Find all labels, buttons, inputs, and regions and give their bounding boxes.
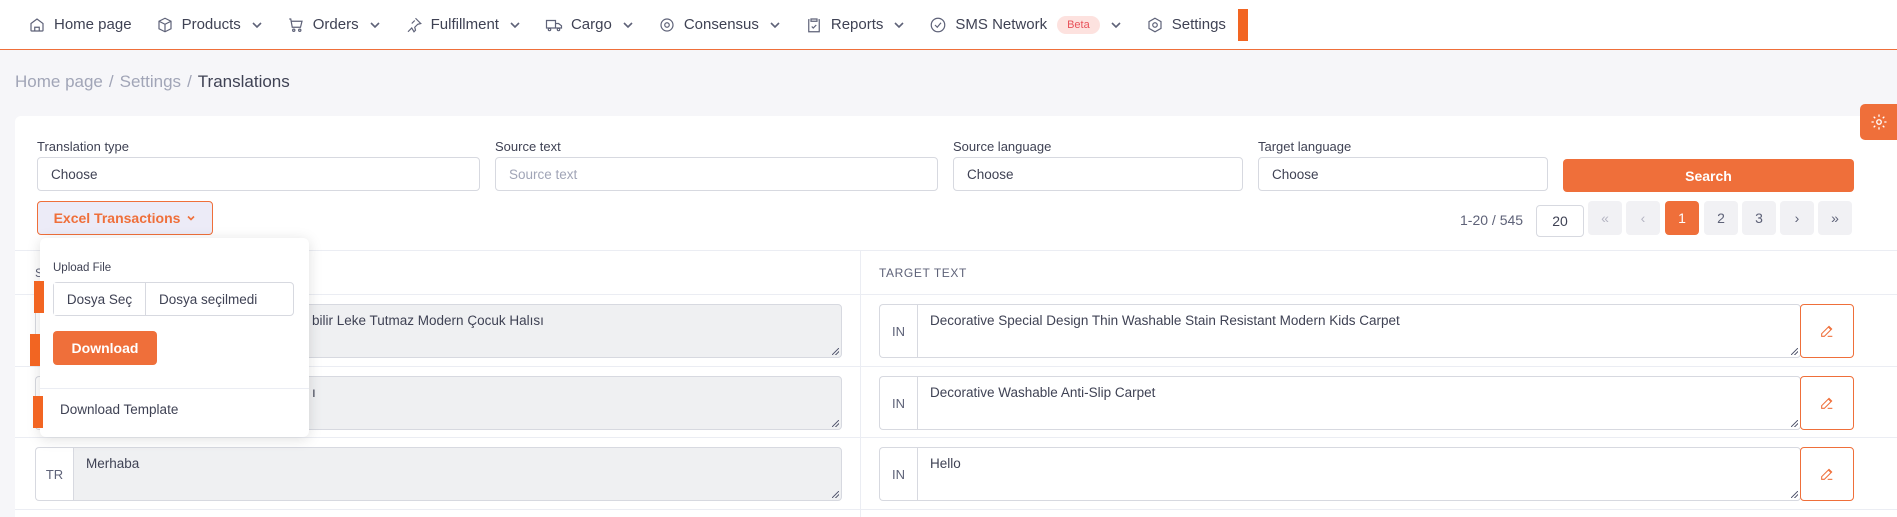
excel-transactions-dropdown: Upload File Dosya Seç Dosya seçilmedi Do…: [40, 238, 309, 437]
chevron-down-icon: [510, 21, 520, 28]
upload-file-label: Upload File: [53, 262, 112, 274]
check-circle-icon: [931, 17, 946, 32]
next-page-button[interactable]: ›: [1780, 201, 1814, 235]
highlight-marker: [1237, 8, 1248, 41]
nav-fulfillment-label: Fulfillment: [430, 16, 499, 33]
breadcrumb-separator: /: [108, 72, 114, 91]
row-divider: [15, 437, 1897, 438]
source-language-select[interactable]: Choose: [953, 157, 1243, 191]
page-size-select[interactable]: 20: [1536, 205, 1584, 237]
hexagon-icon: [1148, 17, 1162, 32]
chevron-down-icon: [623, 21, 633, 28]
first-page-button[interactable]: «: [1588, 201, 1622, 235]
gear-icon: [1871, 114, 1886, 130]
chevron-down-icon: [1111, 21, 1121, 28]
target-language-code: IN: [879, 447, 917, 501]
column-divider: [860, 250, 861, 517]
target-text-area[interactable]: Hello: [917, 447, 1801, 501]
chevron-down-icon: [770, 21, 780, 28]
target-text-header: TARGET TEXT: [879, 266, 967, 280]
highlight-marker: [34, 281, 44, 313]
last-page-button[interactable]: »: [1818, 201, 1852, 235]
pagination-info: 1-20 / 545: [1460, 212, 1524, 228]
breadcrumb-current: Translations: [197, 72, 290, 91]
edit-icon: [1821, 325, 1833, 337]
edit-icon: [1821, 468, 1833, 480]
edit-button[interactable]: [1800, 376, 1854, 430]
target-language-select[interactable]: Choose: [1258, 157, 1548, 191]
beta-badge: Beta: [1057, 15, 1100, 34]
page-2-button[interactable]: 2: [1704, 201, 1738, 235]
source-text-label: Source text: [495, 139, 561, 154]
source-language-label: Source language: [953, 139, 1052, 154]
truck-icon: [545, 19, 563, 31]
chevron-down-icon: [894, 21, 904, 28]
home-icon: [30, 17, 44, 32]
chevron-down-icon: [187, 215, 195, 221]
row-divider: [15, 509, 1897, 510]
nav-cargo[interactable]: Cargo: [545, 0, 634, 50]
target-text-area[interactable]: Decorative Special Design Thin Washable …: [917, 304, 1801, 358]
excel-transactions-label: Excel Transactions: [53, 210, 181, 226]
top-navigation: Home page Products Orders Fulfillment Ca…: [0, 0, 1897, 50]
nav-orders[interactable]: Orders: [287, 0, 381, 50]
file-name-display: Dosya seçilmedi: [159, 291, 258, 307]
target-language-label: Target language: [1258, 139, 1352, 154]
page-3-button[interactable]: 3: [1742, 201, 1776, 235]
highlight-marker: [30, 334, 40, 366]
page-1-button[interactable]: 1: [1665, 201, 1699, 235]
source-language-code: TR: [35, 447, 73, 501]
nav-settings-label: Settings: [1171, 16, 1226, 33]
nav-cargo-label: Cargo: [570, 16, 612, 33]
source-text-input[interactable]: Source text: [495, 157, 938, 191]
highlight-marker: [33, 396, 43, 428]
dropdown-divider: [40, 388, 309, 389]
translation-type-select[interactable]: Choose: [37, 157, 480, 191]
nav-reports[interactable]: Reports: [805, 0, 906, 50]
nav-reports-label: Reports: [830, 16, 884, 33]
breadcrumb-home[interactable]: Home page: [15, 72, 103, 92]
source-text-area: Merhaba: [73, 447, 842, 501]
settings-circle-icon: [660, 17, 674, 32]
chevron-down-icon: [370, 21, 380, 28]
download-template-link[interactable]: Download Template: [60, 402, 178, 417]
nav-orders-label: Orders: [312, 16, 359, 33]
source-text-value: bilir Leke Tutmaz Modern Çocuk Halısı: [312, 313, 544, 328]
box-icon: [157, 17, 172, 32]
nav-fulfillment[interactable]: Fulfillment: [405, 0, 521, 50]
nav-home-label: Home page: [54, 16, 132, 33]
clipboard-icon: [808, 17, 820, 32]
search-button[interactable]: Search: [1563, 159, 1854, 192]
breadcrumb-settings[interactable]: Settings: [120, 72, 181, 92]
translation-type-label: Translation type: [37, 139, 130, 154]
theme-settings-button[interactable]: [1860, 104, 1897, 140]
nav-settings[interactable]: Settings: [1146, 0, 1226, 50]
nav-sms-network[interactable]: SMS Network Beta: [929, 0, 1121, 50]
nav-products[interactable]: Products: [156, 0, 263, 50]
chevron-down-icon: [252, 21, 262, 28]
download-button[interactable]: Download: [53, 331, 157, 365]
target-text-area[interactable]: Decorative Washable Anti-Slip Carpet: [917, 376, 1801, 430]
nav-consensus[interactable]: Consensus: [658, 0, 781, 50]
source-text-value: ı: [312, 385, 316, 400]
file-upload-input[interactable]: Dosya Seç Dosya seçilmedi: [53, 282, 294, 316]
edit-icon: [1821, 397, 1833, 409]
breadcrumb: Home page / Settings / Translations: [15, 72, 290, 92]
choose-file-button[interactable]: Dosya Seç: [54, 283, 146, 315]
prev-page-button[interactable]: ‹: [1626, 201, 1660, 235]
pin-icon: [407, 17, 422, 33]
nav-home[interactable]: Home page: [28, 0, 132, 50]
edit-button[interactable]: [1800, 304, 1854, 358]
target-language-code: IN: [879, 376, 917, 430]
nav-consensus-label: Consensus: [683, 16, 759, 33]
edit-button[interactable]: [1800, 447, 1854, 501]
cart-icon: [289, 17, 303, 32]
target-language-code: IN: [879, 304, 917, 358]
nav-products-label: Products: [181, 16, 241, 33]
nav-sms-network-label: SMS Network: [955, 16, 1048, 33]
excel-transactions-button[interactable]: Excel Transactions: [37, 201, 213, 235]
breadcrumb-separator: /: [187, 72, 192, 91]
